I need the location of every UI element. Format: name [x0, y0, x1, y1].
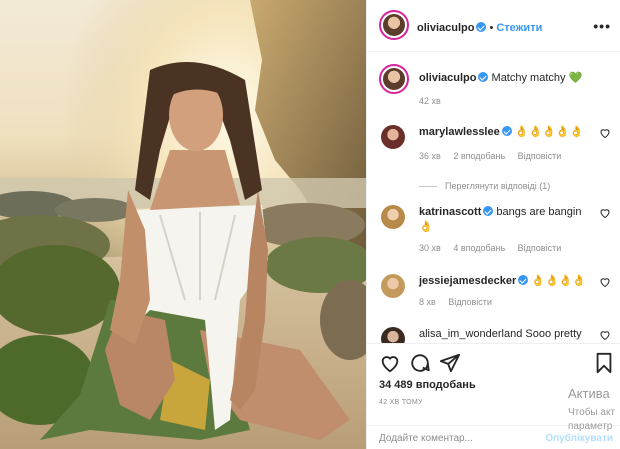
comment-username[interactable]: marylawlesslee: [419, 126, 500, 138]
reply-button[interactable]: Відповісти: [448, 297, 492, 307]
comment-meta: 30 хв 4 вподобань Відповісти: [419, 241, 589, 256]
verified-icon: [476, 22, 487, 32]
activation-watermark-line: параметр: [568, 421, 613, 432]
more-options-icon[interactable]: •••: [593, 18, 611, 34]
heart-icon[interactable]: [379, 352, 401, 374]
comment-time[interactable]: 36 хв: [419, 151, 441, 161]
comment-text: 👌👌👌👌: [531, 275, 587, 287]
add-comment-input[interactable]: Додайте коментар...: [379, 433, 473, 444]
share-icon[interactable]: [439, 352, 461, 374]
author-username[interactable]: oliviaculpo: [417, 22, 474, 34]
post-action-bar: [367, 343, 620, 379]
commenter-avatar[interactable]: [381, 205, 405, 229]
activation-watermark-title: Актива: [568, 386, 610, 401]
comment-time[interactable]: 8 хв: [419, 297, 436, 307]
caption-text: Matchy matchy 💚: [491, 72, 583, 84]
commenter-avatar[interactable]: [381, 274, 405, 298]
comment-time[interactable]: 30 хв: [419, 243, 441, 253]
comment-text: 👌👌👌👌👌: [514, 126, 584, 138]
author-avatar[interactable]: [379, 10, 409, 40]
follow-button[interactable]: Стежити: [496, 22, 542, 34]
comment-likes[interactable]: 4 вподобань: [453, 243, 505, 253]
caption-text-line: oliviaculpo Matchy matchy 💚: [419, 71, 582, 84]
post-photo[interactable]: [0, 0, 366, 449]
caption-meta: 42 хв: [419, 96, 451, 106]
comment-body: alisa_im_wonderland Sooo pretty: [419, 327, 609, 342]
comment-username[interactable]: katrinascott: [419, 206, 481, 218]
comment-meta: 8 хв Відповісти: [419, 295, 589, 310]
comment-body: katrinascott bangs are bangin 👌 30 хв 4 …: [419, 205, 589, 256]
heart-icon[interactable]: [599, 276, 611, 288]
post-side-panel: oliviaculpo • Стежити ••• oliviaculpo Matc…: [366, 0, 620, 449]
verified-icon: [478, 72, 489, 82]
reply-button[interactable]: Відповісти: [518, 151, 562, 161]
publish-button[interactable]: Опублікувати: [545, 433, 613, 444]
post-timestamp: 42 ХВ ТОМУ: [379, 399, 423, 406]
header-user-line: oliviaculpo • Стежити: [417, 18, 542, 36]
activation-watermark-line: Чтобы акт: [568, 407, 616, 418]
comment-likes[interactable]: 2 вподобань: [453, 151, 505, 161]
reply-button[interactable]: Відповісти: [518, 243, 562, 253]
caption-username[interactable]: oliviaculpo: [419, 72, 476, 84]
comment-icon[interactable]: [409, 352, 431, 374]
activation-watermark-text: Чтобы акт параметр: [568, 406, 615, 434]
heart-icon[interactable]: [599, 127, 611, 139]
post-header: oliviaculpo • Стежити •••: [367, 0, 620, 52]
comment-username[interactable]: jessiejamesdecker: [419, 275, 516, 287]
comment-body: marylawlesslee 👌👌👌👌👌 36 хв 2 вподобань В…: [419, 125, 589, 164]
verified-icon: [501, 126, 512, 136]
comment-text: Sooo pretty: [525, 328, 582, 340]
commenter-avatar[interactable]: [381, 125, 405, 149]
commenter-avatar[interactable]: [381, 327, 405, 343]
separator-dot: •: [489, 22, 494, 34]
caption-time[interactable]: 42 хв: [419, 96, 441, 106]
caption-avatar[interactable]: [379, 64, 409, 94]
comment-username[interactable]: alisa_im_wonderland: [419, 328, 522, 340]
view-replies-button[interactable]: Переглянути відповіді (1): [419, 181, 550, 191]
verified-icon: [483, 206, 494, 216]
bookmark-icon[interactable]: [593, 352, 615, 374]
heart-icon[interactable]: [599, 207, 611, 219]
likes-count[interactable]: 34 489 вподобань: [379, 379, 476, 391]
comment-body: jessiejamesdecker 👌👌👌👌 8 хв Відповісти: [419, 274, 589, 310]
comment-meta: 36 хв 2 вподобань Відповісти: [419, 149, 589, 164]
comment-item: alisa_im_wonderland Sooo pretty: [379, 327, 619, 343]
heart-icon[interactable]: [599, 329, 611, 341]
verified-icon: [518, 275, 529, 285]
photo-illustration: [0, 0, 366, 449]
